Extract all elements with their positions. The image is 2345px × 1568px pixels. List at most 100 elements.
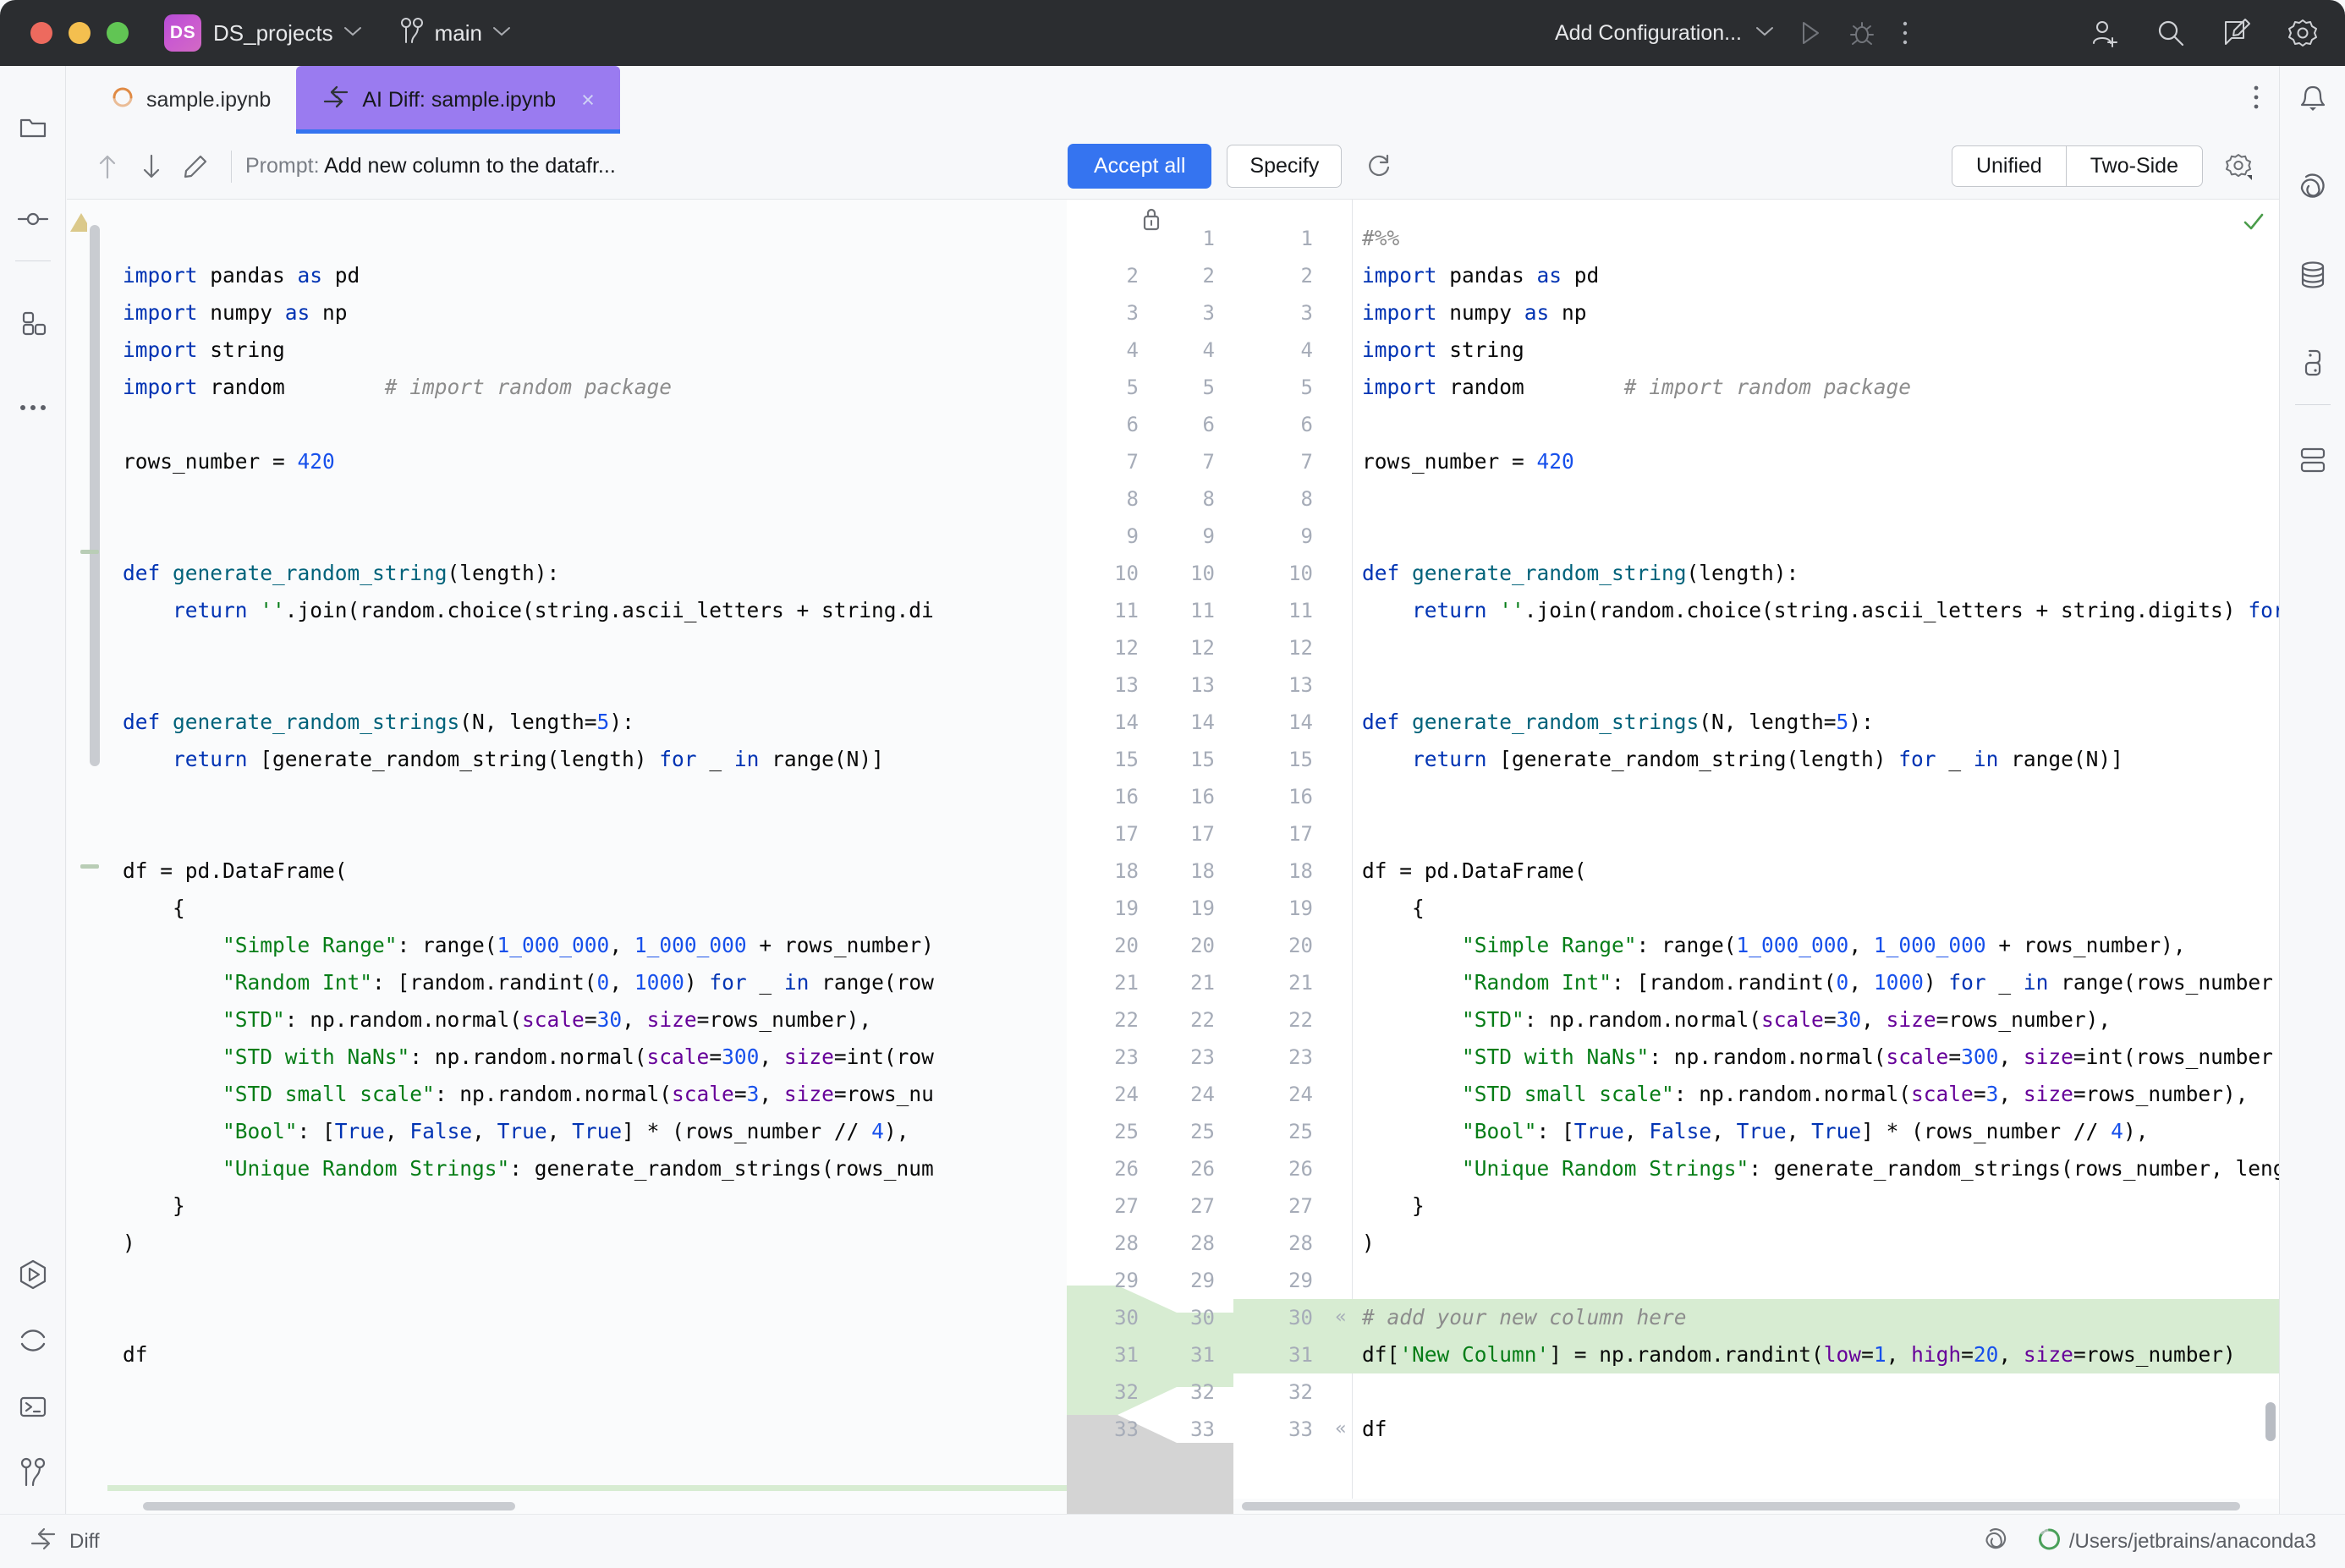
search-icon[interactable] [2156, 18, 2186, 48]
feedback-icon[interactable] [2221, 18, 2252, 48]
window-controls[interactable] [30, 22, 129, 44]
tab-sample-ipynb[interactable]: sample.ipynb [85, 66, 296, 134]
tab-label: sample.ipynb [146, 87, 272, 112]
status-bar-left[interactable]: Diff [29, 1527, 100, 1555]
right-line-number-mirror: 25 [1190, 1120, 1215, 1143]
right-line-number: 20 [1288, 934, 1313, 957]
lock-icon[interactable] [1140, 206, 1162, 236]
branch-selector[interactable]: main [399, 17, 511, 50]
branch-chevron-down-icon[interactable] [492, 24, 511, 42]
code-line: def generate_random_strings(N, length=5)… [1362, 710, 1874, 734]
close-icon[interactable]: × [581, 87, 595, 113]
python-interpreter-selector[interactable]: /Users/jetbrains/anaconda3 [2037, 1527, 2316, 1555]
left-fold-bar[interactable] [80, 200, 101, 1514]
code-line: import numpy as np [1362, 300, 1587, 325]
ai-assistant-icon[interactable] [2280, 154, 2345, 220]
layout-panels-icon[interactable] [2280, 427, 2345, 493]
diff-pane-left[interactable]: import pandas as pd import numpy as np imp… [67, 200, 1067, 1514]
right-line-number: 7 [1300, 450, 1313, 474]
left-tool-rail [0, 66, 66, 1514]
view-mode-two-side[interactable]: Two-Side [2065, 146, 2202, 186]
python-console-icon[interactable] [2280, 330, 2345, 396]
chevron-down-icon[interactable] [343, 24, 362, 42]
diff-pane-right[interactable]: 1 #%% 2 import pandas as pd 3 import numpy as… [1233, 200, 2279, 1514]
right-line-number-mirror: 3 [1202, 301, 1215, 325]
right-line-number: 22 [1288, 1008, 1313, 1032]
right-line-number-mirror: 15 [1190, 748, 1215, 771]
code-line: df [1362, 1417, 1387, 1441]
left-horizontal-scrollbar[interactable] [107, 1499, 1067, 1514]
code-line: "Unique Random Strings": generate_random… [1462, 1156, 2279, 1181]
diff-toolbar: Prompt: Add new column to the datafr... … [67, 134, 2279, 200]
right-line-number-mirror: 7 [1202, 450, 1215, 474]
notifications-bell-icon[interactable] [2280, 66, 2345, 132]
code-line-row [1233, 666, 2279, 704]
sidebar-item-run[interactable] [0, 1242, 66, 1308]
run-configuration-label[interactable]: Add Configuration... [1555, 21, 1742, 46]
database-icon[interactable] [2280, 242, 2345, 308]
code-line: df = pd.DataFrame( [123, 858, 348, 883]
right-line-number-mirror: 22 [1190, 1008, 1215, 1032]
add-user-icon[interactable] [2090, 18, 2120, 48]
sidebar-item-more[interactable] [0, 375, 66, 441]
right-line-number: 5 [1300, 376, 1313, 399]
left-hscroll-thumb[interactable] [143, 1502, 515, 1510]
sidebar-item-version-control[interactable] [0, 1439, 66, 1505]
sidebar-item-plugins[interactable] [0, 290, 66, 356]
right-line-number-mirror: 16 [1190, 785, 1215, 809]
code-line: return [generate_random_string(length) f… [1412, 747, 2123, 771]
regenerate-icon[interactable] [1357, 153, 1401, 180]
right-hscroll-thumb[interactable] [1242, 1502, 2240, 1510]
title-bar-right-actions [2090, 0, 2318, 66]
right-line-number: 4 [1300, 338, 1313, 362]
branch-name: main [434, 19, 482, 46]
debug-icon[interactable] [1848, 19, 1875, 47]
next-change-icon[interactable] [129, 152, 173, 181]
right-line-number-mirror: 12 [1190, 636, 1215, 660]
tab-ai-diff-sample-ipynb[interactable]: AI Diff: sample.ipynb × [296, 66, 620, 134]
project-name[interactable]: DS_projects [213, 20, 333, 47]
fold-marker[interactable] [80, 864, 99, 869]
right-vertical-scroll-thumb[interactable] [2265, 1402, 2276, 1441]
right-line-number: 17 [1288, 822, 1313, 846]
right-line-number: 32 [1288, 1380, 1313, 1404]
left-code-area[interactable]: import pandas as pd import numpy as np imp… [107, 200, 1067, 1514]
right-horizontal-scrollbar[interactable] [1233, 1499, 2279, 1514]
sidebar-item-jupyter[interactable] [0, 1308, 66, 1373]
prompt-display[interactable]: Prompt: Add new column to the datafr... [245, 154, 616, 178]
code-line: "STD": np.random.normal(scale=30, size=r… [1462, 1007, 2112, 1032]
accept-all-button[interactable]: Accept all [1068, 143, 1212, 189]
status-bar: Diff /Users/jetbrains/anaconda3 [0, 1514, 2345, 1568]
code-line-row [1233, 518, 2279, 555]
code-line: df [123, 1342, 148, 1367]
code-line: "Random Int": [random.randint(0, 1000) f… [1462, 970, 2279, 995]
apply-change-chevron-icon[interactable]: « [1328, 1299, 1354, 1336]
right-tool-rail [2279, 66, 2345, 1514]
tab-bar-more-icon[interactable] [2252, 84, 2260, 115]
diff-settings-gear-icon[interactable] [2216, 152, 2260, 181]
specify-button[interactable]: Specify [1227, 144, 1343, 189]
maximize-window-button[interactable] [107, 22, 129, 44]
fold-marker[interactable] [80, 550, 99, 554]
view-mode-unified[interactable]: Unified [1952, 146, 2066, 186]
code-fold-thumb[interactable] [90, 225, 100, 766]
more-options-icon[interactable] [1901, 19, 1909, 47]
right-line-number: 13 [1288, 673, 1313, 697]
ai-assistant-status-icon[interactable] [1983, 1527, 2008, 1556]
close-window-button[interactable] [30, 22, 52, 44]
sidebar-item-terminal[interactable] [0, 1373, 66, 1439]
edit-prompt-icon[interactable] [173, 154, 217, 179]
apply-change-chevron-icon[interactable]: « [1328, 1411, 1354, 1448]
sidebar-item-project[interactable] [0, 95, 66, 161]
run-icon[interactable] [1798, 19, 1823, 47]
right-line-number-mirror: 6 [1202, 413, 1215, 436]
left-added-band [107, 1485, 1067, 1491]
view-mode-segmented-control[interactable]: Unified Two-Side [1951, 145, 2203, 187]
minimize-window-button[interactable] [69, 22, 91, 44]
settings-gear-icon[interactable] [2287, 18, 2318, 48]
sidebar-item-commit[interactable] [0, 186, 66, 252]
right-line-number: 27 [1288, 1194, 1313, 1218]
previous-change-icon[interactable] [85, 152, 129, 181]
code-line: def generate_random_strings(N, length=5)… [123, 710, 634, 734]
run-config-chevron-down-icon[interactable] [1755, 24, 1774, 42]
